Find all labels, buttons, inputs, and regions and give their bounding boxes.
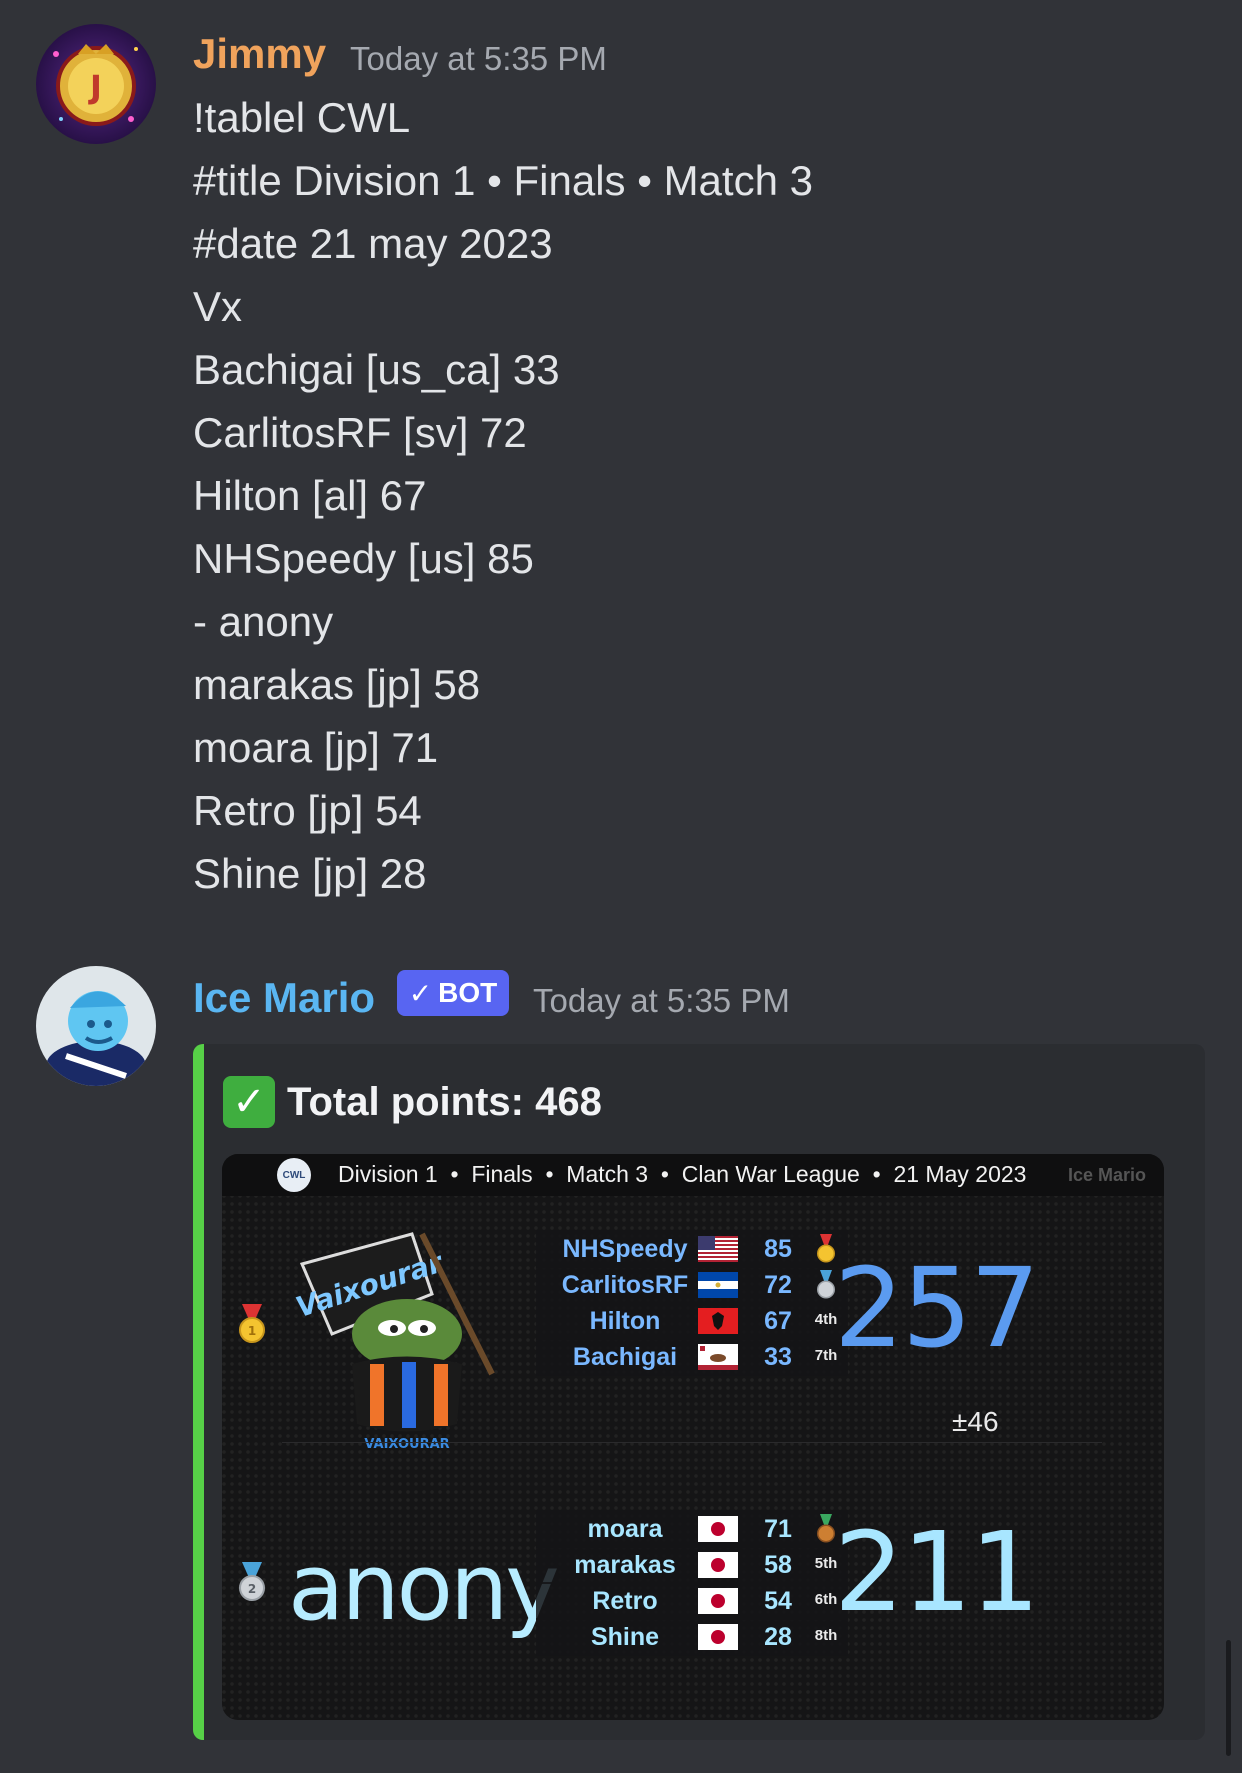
message-line: Hilton [al] 67	[193, 472, 427, 519]
message-line: Vx	[193, 283, 243, 330]
player-name: CarlitosRF	[561, 1271, 689, 1299]
gold-medal-icon: 1	[239, 1304, 265, 1343]
flag-jp-icon	[698, 1516, 738, 1542]
player-name: Hilton	[589, 1307, 661, 1335]
checkmark-icon: ✓	[408, 977, 433, 1009]
table-row: marakas 58 5th	[536, 1546, 848, 1584]
message-timestamp: Today at 5:35 PM	[533, 982, 790, 1019]
ice-mario-username[interactable]: Ice Mario	[193, 974, 375, 1022]
player-name: Bachigai	[572, 1343, 678, 1371]
table-row: Bachigai 33 7th	[536, 1338, 848, 1376]
player-score: 58	[764, 1551, 792, 1579]
check-mark-icon: ✓	[223, 1076, 275, 1128]
embed-title: ✓ Total points: 468	[223, 1076, 602, 1128]
message-line: NHSpeedy [us] 85	[193, 535, 534, 582]
flag-jp-icon	[698, 1552, 738, 1578]
table-row: CarlitosRF 72	[536, 1266, 848, 1304]
table-row: Retro 54 6th	[536, 1582, 848, 1620]
silver-medal-icon: 2	[239, 1562, 265, 1601]
player-score: 72	[764, 1271, 792, 1299]
player-score: 71	[764, 1515, 792, 1543]
jimmy-username[interactable]: Jimmy	[193, 30, 326, 78]
svg-text:1: 1	[248, 1324, 256, 1338]
bot-tag: ✓ BOT	[397, 970, 509, 1016]
player-name: Retro	[592, 1587, 658, 1615]
bot-tag-label: BOT	[438, 977, 498, 1008]
player-name: marakas	[574, 1551, 676, 1579]
player-score: 54	[764, 1587, 792, 1615]
message-timestamp: Today at 5:35 PM	[350, 40, 607, 77]
team1-logo: Vaixourar VAIXOURAR	[292, 1224, 532, 1454]
table-header: CWL Division 1 • Finals • Match 3 • Clan…	[222, 1154, 1164, 1196]
embed-title-text: Total points: 468	[287, 1079, 602, 1124]
player-score: 28	[764, 1623, 792, 1651]
flag-jp-icon	[698, 1624, 738, 1650]
message-line: moara [jp] 71	[193, 724, 439, 771]
message-line: #date 21 may 2023	[193, 220, 553, 267]
flag-us-ca-icon	[698, 1344, 738, 1370]
jimmy-avatar[interactable]: J	[36, 24, 156, 144]
player-name: NHSpeedy	[562, 1235, 688, 1263]
message-line: marakas [jp] 58	[193, 661, 481, 708]
table-row: moara 71	[536, 1510, 848, 1548]
scrollbar[interactable]	[1226, 1640, 1231, 1756]
svg-text:J: J	[88, 68, 102, 106]
team1-total: 257	[834, 1244, 1040, 1372]
table-header-text: Division 1 • Finals • Match 3 • Clan War…	[338, 1161, 1027, 1187]
flag-us-icon	[698, 1236, 738, 1262]
cwl-logo: CWL	[277, 1158, 311, 1192]
flag-sv-icon	[698, 1272, 738, 1298]
team-separator	[282, 1442, 1102, 1443]
ice-mario-avatar[interactable]	[36, 966, 156, 1086]
flag-al-icon	[698, 1308, 738, 1334]
table-row: NHSpeedy 85	[536, 1230, 848, 1268]
player-score: 85	[764, 1235, 792, 1263]
flag-jp-icon	[698, 1588, 738, 1614]
embed: ✓ Total points: 468 CWL Division 1 • Fin…	[193, 1044, 1205, 1740]
table-row: Shine 28 8th	[536, 1618, 848, 1656]
team2-name: anony	[288, 1534, 560, 1641]
embed-accent-bar	[193, 1044, 204, 1740]
message-line: #title Division 1 • Finals • Match 3	[193, 157, 813, 204]
message-line: Retro [jp] 54	[193, 787, 422, 834]
player-score: 33	[764, 1343, 792, 1371]
message-line: Bachigai [us_ca] 33	[193, 346, 560, 393]
player-name: Shine	[590, 1623, 660, 1651]
team1-logo-caption: VAIXOURAR	[364, 1437, 449, 1452]
message-line: CarlitosRF [sv] 72	[193, 409, 527, 456]
svg-text:2: 2	[248, 1582, 256, 1596]
player-score: 67	[764, 1307, 792, 1335]
score-difference: ±46	[952, 1406, 999, 1437]
message-line: !tablel CWL	[193, 94, 411, 141]
table-row: Hilton 67 4th	[536, 1302, 848, 1340]
player-name: moara	[587, 1515, 663, 1543]
message-line: - anony	[193, 598, 334, 645]
results-table-image[interactable]: CWL Division 1 • Finals • Match 3 • Clan…	[222, 1154, 1164, 1720]
team2-total: 211	[834, 1508, 1040, 1636]
table-brand: Ice Mario	[1067, 1165, 1146, 1185]
message-line: Shine [jp] 28	[193, 850, 427, 897]
